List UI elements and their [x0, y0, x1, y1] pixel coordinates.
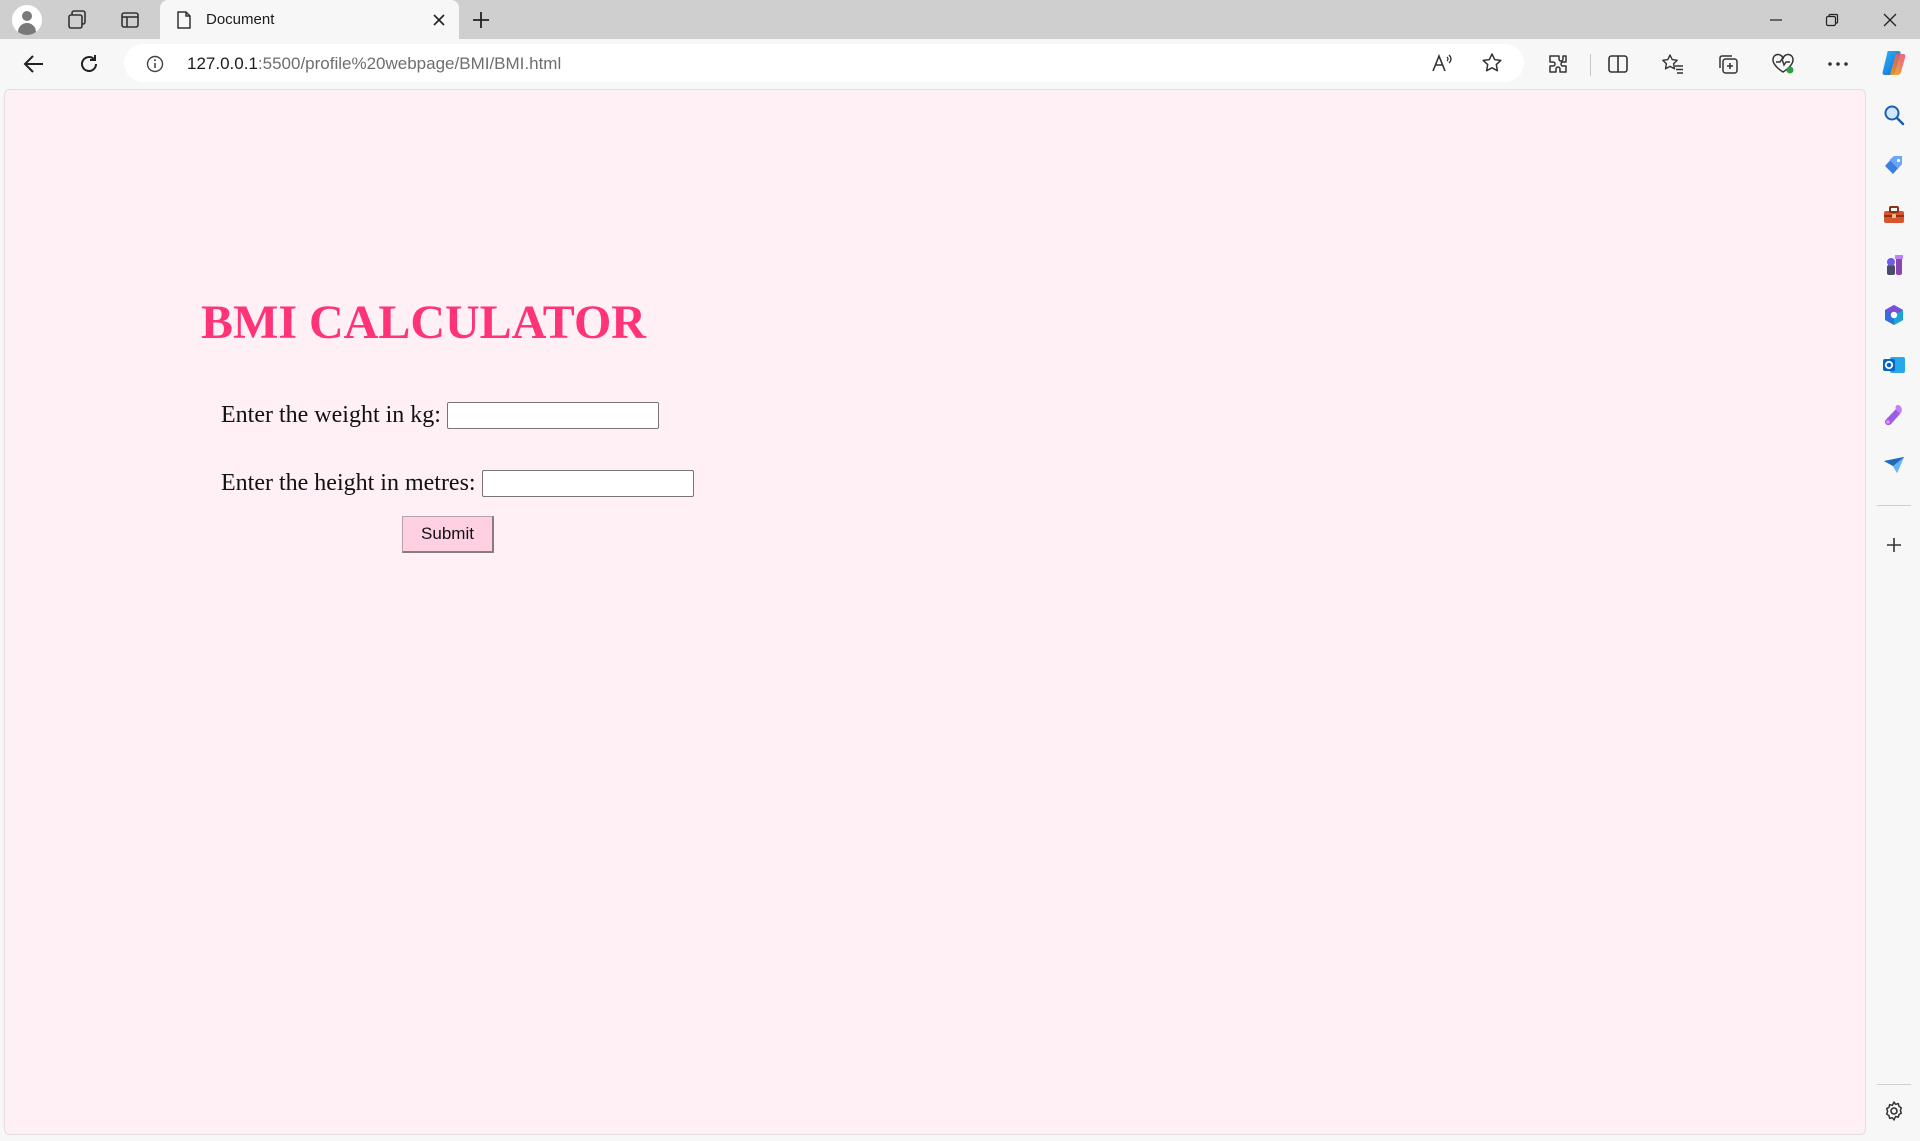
- edge-sidebar: [1868, 89, 1920, 1141]
- games-icon[interactable]: [1878, 249, 1910, 281]
- back-arrow-icon[interactable]: [18, 48, 50, 80]
- drop-icon[interactable]: [1878, 449, 1910, 481]
- info-icon[interactable]: [146, 55, 164, 73]
- restore-icon[interactable]: [1804, 0, 1860, 39]
- workspaces-icon[interactable]: [61, 4, 93, 36]
- window-close-icon[interactable]: [1862, 0, 1918, 39]
- height-label: Enter the height in metres:: [221, 470, 476, 496]
- height-row: Enter the height in metres:: [221, 470, 694, 497]
- close-icon[interactable]: [427, 8, 451, 32]
- settings-icon[interactable]: [1878, 1095, 1910, 1127]
- tab-strip: Document: [0, 0, 1920, 39]
- url-text[interactable]: 127.0.0.1:5500/profile%20webpage/BMI/BMI…: [187, 54, 561, 74]
- page-title: BMI CALCULATOR: [201, 296, 646, 349]
- copilot-icon[interactable]: [1877, 46, 1911, 80]
- height-input[interactable]: [481, 470, 694, 497]
- tools-icon[interactable]: [1878, 199, 1910, 231]
- shopping-icon[interactable]: [1878, 149, 1910, 181]
- browser-tab[interactable]: Document: [160, 0, 459, 39]
- extensions-icon[interactable]: [1542, 48, 1574, 80]
- address-bar[interactable]: 127.0.0.1:5500/profile%20webpage/BMI/BMI…: [124, 44, 1524, 82]
- weight-input[interactable]: [446, 402, 659, 429]
- weight-label: Enter the weight in kg:: [221, 402, 441, 428]
- page-icon: [176, 11, 192, 29]
- url-host: 127.0.0.1: [187, 54, 258, 73]
- browser-essentials-icon[interactable]: [1767, 48, 1799, 80]
- minimize-icon[interactable]: [1748, 0, 1804, 39]
- profile-icon[interactable]: [11, 4, 43, 36]
- search-icon[interactable]: [1878, 99, 1910, 131]
- designer-icon[interactable]: [1878, 399, 1910, 431]
- submit-button[interactable]: Submit: [402, 516, 494, 553]
- split-screen-icon[interactable]: [1602, 48, 1634, 80]
- new-tab-icon[interactable]: [465, 4, 497, 36]
- tab-actions-icon[interactable]: [114, 4, 146, 36]
- outlook-icon[interactable]: [1878, 349, 1910, 381]
- page-viewport: BMI CALCULATOR Enter the weight in kg: E…: [4, 89, 1866, 1135]
- address-toolbar: 127.0.0.1:5500/profile%20webpage/BMI/BMI…: [0, 39, 1920, 89]
- favorite-star-icon[interactable]: [1476, 47, 1508, 79]
- url-path: :5500/profile%20webpage/BMI/BMI.html: [257, 54, 562, 73]
- weight-row: Enter the weight in kg:: [221, 402, 659, 429]
- tab-title: Document: [206, 11, 275, 28]
- read-aloud-icon[interactable]: [1426, 47, 1458, 79]
- favorites-icon[interactable]: [1657, 48, 1689, 80]
- collections-icon[interactable]: [1712, 48, 1744, 80]
- microsoft-365-icon[interactable]: [1878, 299, 1910, 331]
- more-icon[interactable]: [1822, 48, 1854, 80]
- refresh-icon[interactable]: [73, 48, 105, 80]
- add-icon[interactable]: [1878, 529, 1910, 561]
